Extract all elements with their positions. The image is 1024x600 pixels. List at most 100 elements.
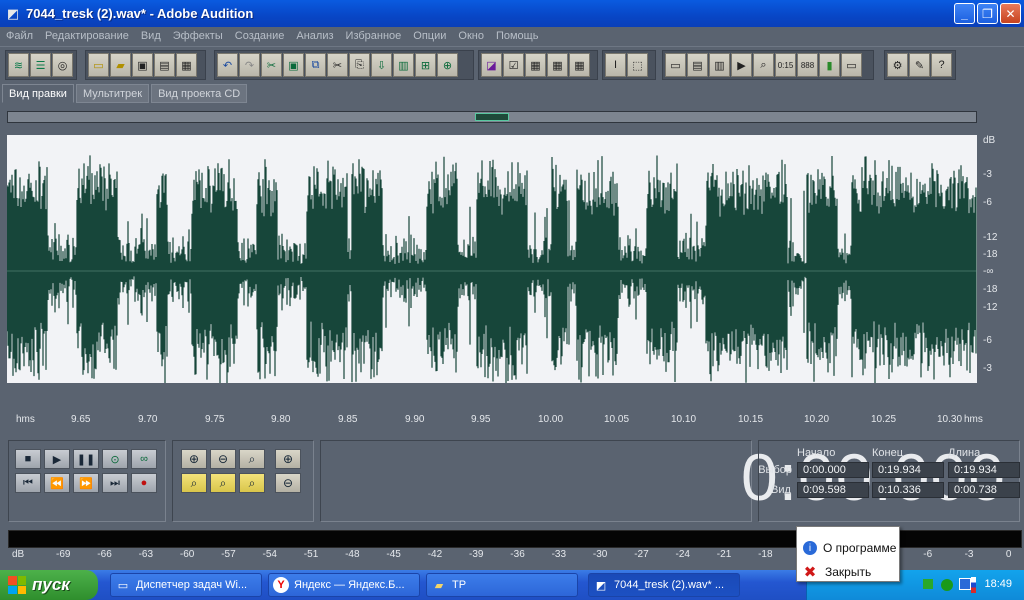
tab-multitrack[interactable]: Мультитрек [75,84,150,103]
paste-icon[interactable]: ⎘ [349,53,370,77]
stop-icon[interactable]: ■ [15,449,41,469]
cd-view-icon[interactable]: ◎ [52,53,73,77]
grid-alt-icon[interactable]: ▦ [547,53,568,77]
list-icon[interactable]: ▥ [709,53,730,77]
go-to-start-icon[interactable]: ⏮ [15,473,41,493]
go-to-end-icon[interactable]: ⏭ [102,473,128,493]
trim-icon[interactable]: ⊞ [415,53,436,77]
time-tick-label: 9.95 [471,414,491,425]
zoom-in-icon[interactable]: ⊕ [181,449,207,469]
undo-icon[interactable]: ↶ [217,53,238,77]
menu-item-close[interactable]: ✖ Закрыть [797,561,901,583]
menu-analyze[interactable]: Анализ [290,30,339,42]
level-icon[interactable]: 888 [797,53,818,77]
play-toolbar-icon[interactable]: ▶ [731,53,752,77]
selection-end-field[interactable]: 0:19.934 [872,462,944,478]
maximize-button[interactable]: ❐ [977,3,998,24]
selection-length-field[interactable]: 0:19.934 [948,462,1020,478]
help-icon[interactable]: ? [931,53,952,77]
overview-thumb[interactable] [475,113,509,121]
view-start-field[interactable]: 0:09.598 [797,482,869,498]
checkbox-icon[interactable]: ☑ [503,53,524,77]
menu-help[interactable]: Помощь [490,30,545,42]
view-end-field[interactable]: 0:10.336 [872,482,944,498]
time-format-icon[interactable]: 0:15 [775,53,796,77]
scissors-icon[interactable]: ✂ [327,53,348,77]
pause-icon[interactable]: ❚❚ [73,449,99,469]
zoom-out-icon[interactable]: ⊖ [210,449,236,469]
network-icon[interactable] [923,579,933,589]
crop-icon[interactable]: ▣ [283,53,304,77]
play-icon[interactable]: ▶ [44,449,70,469]
menu-options[interactable]: Опции [407,30,452,42]
menu-favorites[interactable]: Избранное [340,30,408,42]
language-flag-icon[interactable] [971,577,976,593]
taskbar-item-task-manager[interactable]: ▭ Диспетчер задач Wi... [110,573,262,597]
menu-generate[interactable]: Создание [229,30,291,42]
window-icon[interactable]: ▭ [665,53,686,77]
tab-edit-view[interactable]: Вид правки [2,84,74,103]
tray-app-icon[interactable] [941,579,953,591]
copy-icon[interactable]: ⧉ [305,53,326,77]
color-bars-icon[interactable]: ▮ [819,53,840,77]
menu-item-about[interactable]: i О программе [797,537,901,559]
view-length-field[interactable]: 0:00.738 [948,482,1020,498]
taskbar-item-folder[interactable]: ▰ TP [426,573,578,597]
envelope-icon[interactable]: ◪ [481,53,502,77]
db-tick-label: -18 [983,284,998,295]
start-button[interactable]: пуск [0,570,98,600]
waveform-svg[interactable] [7,135,977,383]
fast-forward-icon[interactable]: ⏩ [73,473,99,493]
film-icon[interactable]: ▦ [176,53,197,77]
taskbar-item-yandex[interactable]: Y Яндекс — Яндекс.Б... [268,573,420,597]
zoom-full-icon[interactable]: ⌕ [239,449,265,469]
meter-tick-label: -63 [138,549,154,560]
selection-start-field[interactable]: 0:00.000 [797,462,869,478]
new-file-icon[interactable]: ▭ [88,53,109,77]
rewind-icon[interactable]: ⏪ [44,473,70,493]
menu-effects[interactable]: Эффекты [167,30,229,42]
zoom-right-icon[interactable]: ⌕ [210,473,236,493]
redo-icon[interactable]: ↷ [239,53,260,77]
save-icon[interactable]: ▣ [132,53,153,77]
multitrack-view-icon[interactable]: ☰ [30,53,51,77]
close-button[interactable]: ✕ [1000,3,1021,24]
grid-icon[interactable]: ▦ [525,53,546,77]
menu-edit[interactable]: Редактирование [39,30,135,42]
tab-cd-project[interactable]: Вид проекта CD [151,84,248,103]
selection-header-length: Длина [948,447,981,459]
text-cursor-icon[interactable]: I [605,53,626,77]
help-toolbar-group: ⚙ ✎ ? [884,50,956,80]
zoom-selection-icon[interactable]: ⌕ [239,473,265,493]
zoom-in-vertical-icon[interactable]: ⊕ [275,449,301,469]
insert-icon[interactable]: ⊕ [437,53,458,77]
marquee-icon[interactable]: ⬚ [627,53,648,77]
minimize-button[interactable]: _ [954,3,975,24]
paste-new-icon[interactable]: ▥ [393,53,414,77]
zoom-out-vertical-icon[interactable]: ⊖ [275,473,301,493]
menu-view[interactable]: Вид [135,30,167,42]
script-icon[interactable]: ✎ [909,53,930,77]
db-tick-label: -12 [983,302,998,313]
grid-two-icon[interactable]: ▦ [569,53,590,77]
blank-panel-icon[interactable]: ▭ [841,53,862,77]
waveform-display[interactable] [7,135,977,383]
title-bar[interactable]: ◩ 7044_tresk (2).wav* - Adobe Audition _… [0,0,1024,27]
overview-scrollbar[interactable] [7,111,977,123]
panel-icon[interactable]: ▤ [687,53,708,77]
open-folder-icon[interactable]: ▰ [110,53,131,77]
record-icon[interactable]: ● [131,473,157,493]
monitor-tray-icon[interactable] [959,578,971,590]
save-all-icon[interactable]: ▤ [154,53,175,77]
loop-icon[interactable]: ∞ [131,449,157,469]
settings-icon[interactable]: ⚙ [887,53,908,77]
play-to-end-icon[interactable]: ⊙ [102,449,128,469]
cut-wave-icon[interactable]: ✂ [261,53,282,77]
taskbar-item-audition[interactable]: ◩ 7044_tresk (2).wav* ... [588,573,740,597]
menu-file[interactable]: Файл [0,30,39,42]
zoom-left-icon[interactable]: ⌕ [181,473,207,493]
edit-view-icon[interactable]: ≋ [8,53,29,77]
mix-paste-icon[interactable]: ⇩ [371,53,392,77]
menu-window[interactable]: Окно [452,30,490,42]
zoom-toolbar-icon[interactable]: ⌕ [753,53,774,77]
